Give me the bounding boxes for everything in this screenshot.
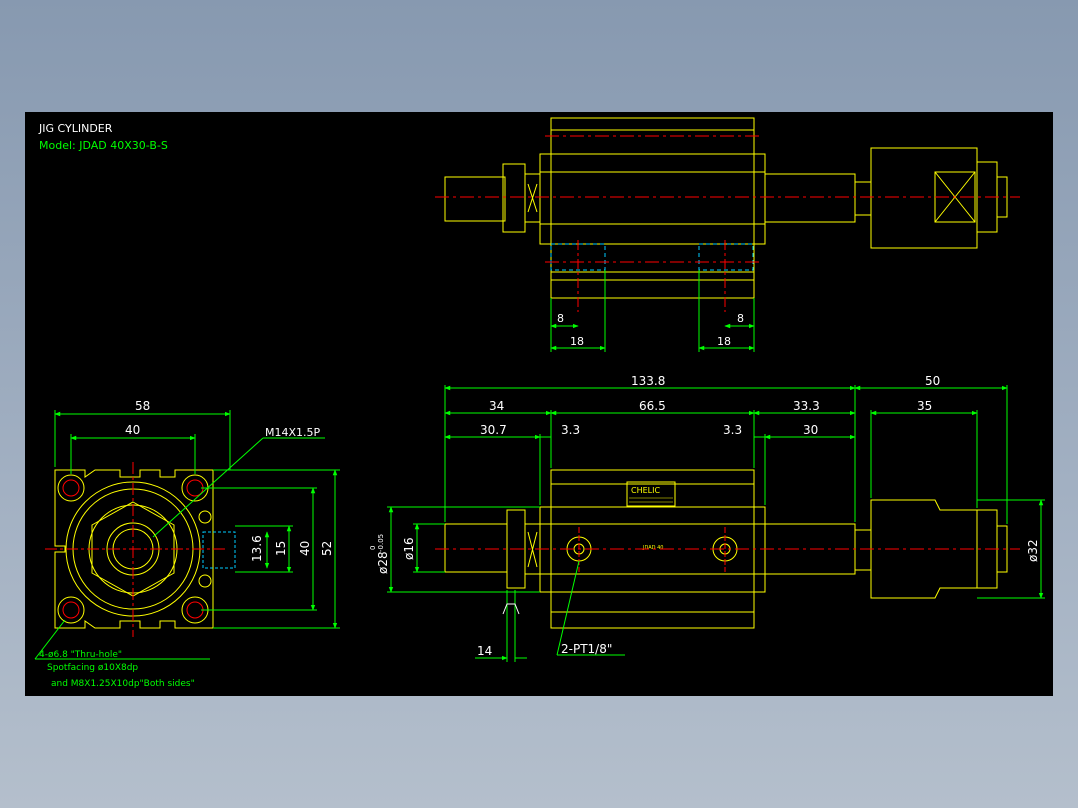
hole-note-1: 4-ø6.8 "Thru-hole": [39, 650, 122, 660]
dim-tol-lower: -0.05: [377, 534, 385, 552]
dim-side-14: 14: [477, 644, 492, 658]
hole-note-3: and M8X1.25X10dp"Both sides": [51, 679, 195, 689]
drawing-model: Model: JDAD 40X30-B-S: [39, 139, 168, 152]
dim-side-dia32: ø32: [1026, 539, 1040, 562]
dim-side-133-8: 133.8: [631, 374, 665, 388]
dim-side-34: 34: [489, 399, 504, 413]
dim-side-33-3: 33.3: [793, 399, 820, 413]
dim-top-18-left: 18: [570, 335, 584, 348]
thread-callout: M14X1.5P: [265, 426, 321, 439]
side-view: CHELIC JDAD 40 133.8 50 34 66.5 33.3 35 …: [369, 374, 1045, 662]
dim-side-3-3-right: 3.3: [723, 423, 742, 437]
drawing-canvas: JIG CYLINDER Model: JDAD 40X30-B-S 8 18 …: [25, 112, 1053, 696]
cad-drawing: JIG CYLINDER Model: JDAD 40X30-B-S 8 18 …: [34, 117, 1045, 689]
drawing-title: JIG CYLINDER: [38, 122, 113, 135]
dim-top-8-right: 8: [737, 312, 744, 325]
dim-side-50: 50: [925, 374, 940, 388]
dim-front-40: 40: [125, 423, 140, 437]
top-view: 8 18 18 8: [435, 117, 1020, 352]
brand-label: CHELIC: [631, 486, 660, 495]
dim-front-58: 58: [135, 399, 150, 413]
dim-tol-upper: 0: [369, 546, 377, 550]
dim-top-8-left: 8: [557, 312, 564, 325]
dim-front-52: 52: [320, 541, 334, 556]
dim-side-30: 30: [803, 423, 818, 437]
dim-front-40-vertical: 40: [298, 541, 312, 556]
body-label: JDAD 40: [642, 545, 663, 551]
dim-side-35: 35: [917, 399, 932, 413]
dim-side-3-3-left: 3.3: [561, 423, 580, 437]
dim-front-15: 15: [274, 541, 288, 556]
dim-top-18-right: 18: [717, 335, 731, 348]
hole-note-2: Spotfacing ø10X8dp: [47, 663, 138, 673]
port-callout: 2-PT1/8": [561, 642, 612, 656]
dim-side-30-7: 30.7: [480, 423, 507, 437]
dim-front-13-6: 13.6: [250, 535, 264, 562]
dim-side-66-5: 66.5: [639, 399, 666, 413]
front-view: 58 40 52 40 15 13.6 M14X1.5P 4-ø6.8 "Thr…: [34, 399, 340, 689]
dim-side-dia28: ø28: [376, 551, 390, 574]
dim-side-dia16: ø16: [402, 537, 416, 560]
